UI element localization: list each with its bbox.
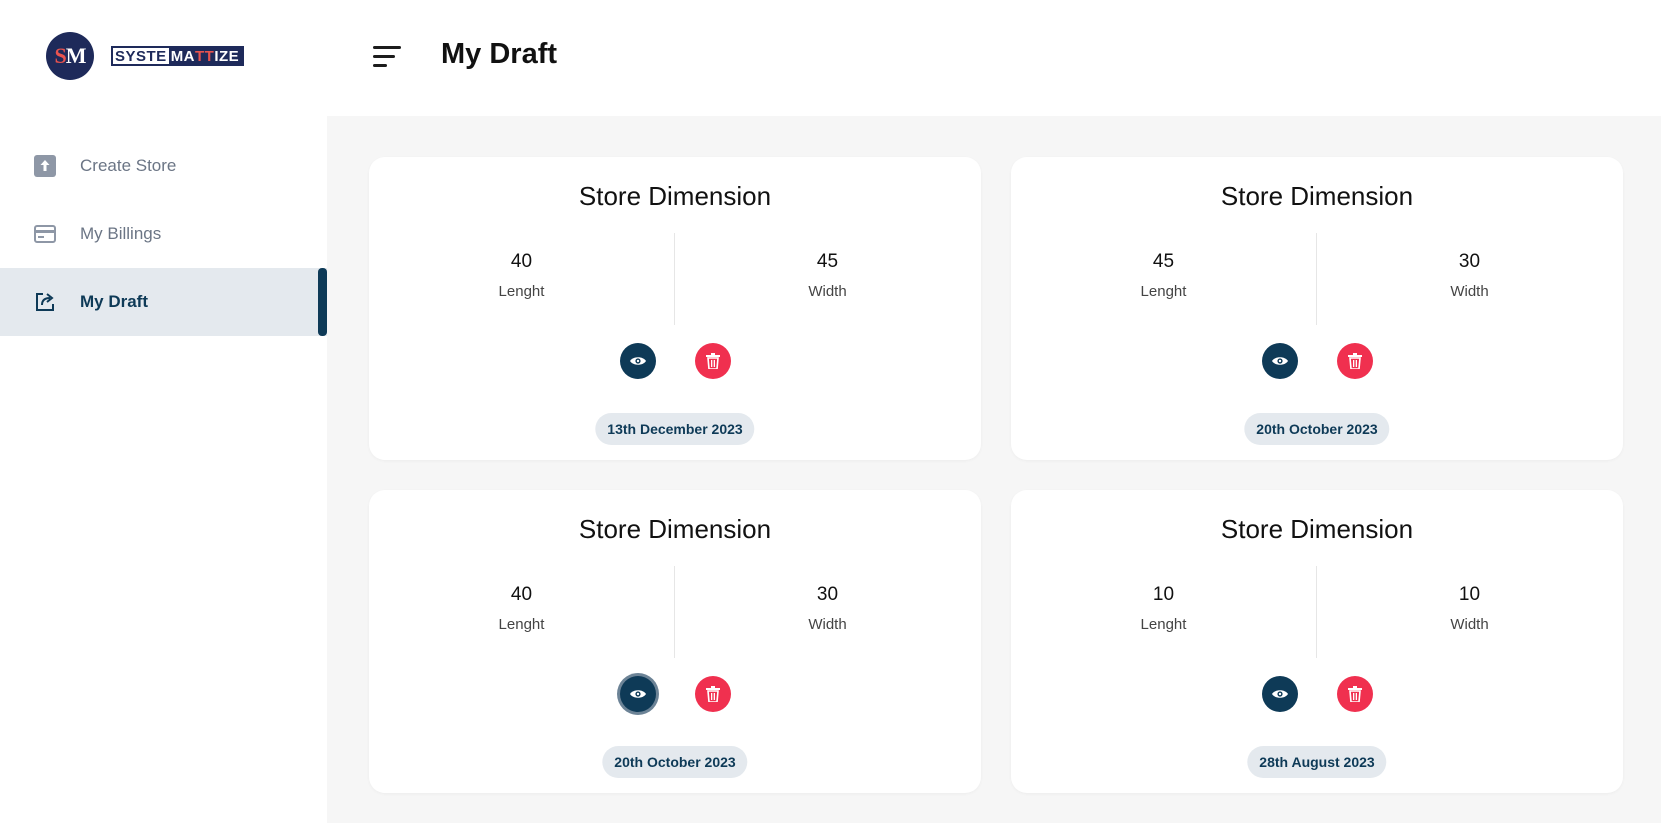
width-stat: 30 Width bbox=[1317, 251, 1622, 300]
eye-icon bbox=[1272, 690, 1288, 698]
draft-card: Store Dimension 40 Lenght 45 Width 13th … bbox=[369, 157, 981, 460]
view-button[interactable] bbox=[1262, 676, 1298, 712]
length-value: 40 bbox=[510, 251, 533, 272]
eye-icon bbox=[630, 357, 646, 365]
eye-icon bbox=[1272, 357, 1288, 365]
width-label: Width bbox=[1450, 283, 1489, 300]
eye-icon bbox=[630, 690, 646, 698]
date-badge: 20th October 2023 bbox=[1244, 413, 1390, 445]
view-button[interactable] bbox=[620, 676, 656, 712]
page-title: My Draft bbox=[441, 38, 558, 70]
card-actions bbox=[369, 343, 981, 379]
edit-external-icon bbox=[34, 291, 56, 313]
card-actions bbox=[1011, 676, 1623, 712]
trash-icon bbox=[706, 353, 720, 369]
dimensions: 45 Lenght 30 Width bbox=[1011, 233, 1623, 325]
width-stat: 30 Width bbox=[675, 584, 980, 633]
width-stat: 10 Width bbox=[1317, 584, 1622, 633]
width-value: 10 bbox=[1458, 584, 1481, 605]
width-label: Width bbox=[808, 616, 847, 633]
length-value: 10 bbox=[1152, 584, 1175, 605]
length-label: Lenght bbox=[1140, 283, 1187, 300]
length-label: Lenght bbox=[498, 283, 545, 300]
draft-card: Store Dimension 10 Lenght 10 Width 28th … bbox=[1011, 490, 1623, 793]
drafts-grid: Store Dimension 40 Lenght 45 Width 13th … bbox=[327, 116, 1661, 823]
date-badge: 13th December 2023 bbox=[595, 413, 755, 445]
length-stat: 45 Lenght bbox=[1011, 251, 1316, 300]
length-label: Lenght bbox=[498, 616, 545, 633]
brand-logo[interactable]: SM SYSTE MA TT IZE bbox=[46, 32, 245, 80]
view-button[interactable] bbox=[1262, 343, 1298, 379]
logo-wordmark: SYSTE MA TT IZE bbox=[111, 46, 245, 66]
card-title: Store Dimension bbox=[1220, 181, 1414, 211]
length-value: 45 bbox=[1152, 251, 1175, 272]
top-header: My Draft bbox=[327, 0, 1661, 116]
delete-button[interactable] bbox=[1337, 676, 1373, 712]
length-stat: 10 Lenght bbox=[1011, 584, 1316, 633]
sidebar-item-my-draft[interactable]: My Draft bbox=[0, 268, 327, 336]
dimensions: 10 Lenght 10 Width bbox=[1011, 566, 1623, 658]
sidebar-item-label: Create Store bbox=[80, 156, 177, 175]
upload-icon bbox=[34, 155, 56, 177]
view-button[interactable] bbox=[620, 343, 656, 379]
credit-card-icon bbox=[34, 223, 56, 245]
trash-icon bbox=[1348, 686, 1362, 702]
length-value: 40 bbox=[510, 584, 533, 605]
card-title: Store Dimension bbox=[578, 514, 772, 544]
dimensions: 40 Lenght 30 Width bbox=[369, 566, 981, 658]
sidebar-item-label: My Draft bbox=[80, 292, 149, 311]
date-badge: 20th October 2023 bbox=[602, 746, 748, 778]
sidebar: SM SYSTE MA TT IZE Create Store My Billing… bbox=[0, 0, 327, 823]
card-title: Store Dimension bbox=[1220, 514, 1414, 544]
trash-icon bbox=[706, 686, 720, 702]
trash-icon bbox=[1348, 353, 1362, 369]
delete-button[interactable] bbox=[1337, 343, 1373, 379]
width-value: 30 bbox=[816, 584, 839, 605]
draft-card: Store Dimension 40 Lenght 30 Width 20th … bbox=[369, 490, 981, 793]
sidebar-item-label: My Billings bbox=[80, 224, 162, 243]
card-actions bbox=[369, 676, 981, 712]
card-actions bbox=[1011, 343, 1623, 379]
width-label: Width bbox=[1450, 616, 1489, 633]
width-value: 45 bbox=[816, 251, 839, 272]
sidebar-item-create-store[interactable]: Create Store bbox=[0, 132, 327, 200]
delete-button[interactable] bbox=[695, 343, 731, 379]
date-badge: 28th August 2023 bbox=[1247, 746, 1387, 778]
length-label: Lenght bbox=[1140, 616, 1187, 633]
sidebar-nav: Create Store My Billings My Draft bbox=[0, 132, 327, 336]
sidebar-item-my-billings[interactable]: My Billings bbox=[0, 200, 327, 268]
delete-button[interactable] bbox=[695, 676, 731, 712]
width-label: Width bbox=[808, 283, 847, 300]
logo-mark: SM bbox=[46, 32, 94, 80]
card-title: Store Dimension bbox=[578, 181, 772, 211]
width-value: 30 bbox=[1458, 251, 1481, 272]
dimensions: 40 Lenght 45 Width bbox=[369, 233, 981, 325]
length-stat: 40 Lenght bbox=[369, 584, 674, 633]
length-stat: 40 Lenght bbox=[369, 251, 674, 300]
draft-card: Store Dimension 45 Lenght 30 Width 20th … bbox=[1011, 157, 1623, 460]
hamburger-icon[interactable] bbox=[373, 46, 401, 70]
width-stat: 45 Width bbox=[675, 251, 980, 300]
